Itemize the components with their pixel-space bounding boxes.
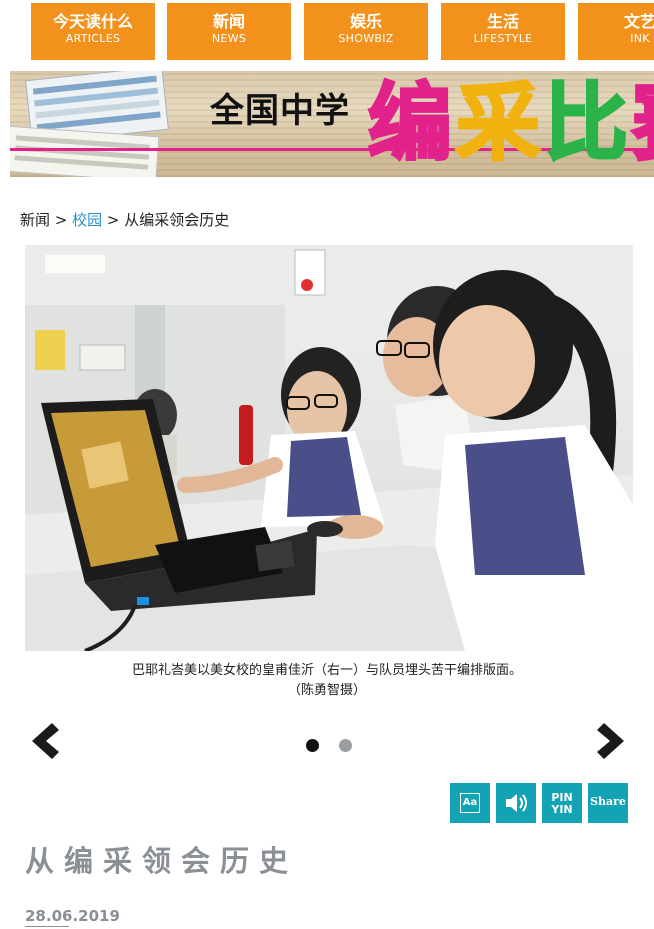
caption-text: 巴耶礼峇美以美女校的皇甫佳沂（右一）与队员埋头苦干编排版面。 [131, 663, 522, 678]
contest-banner[interactable]: 全国中学 编采比赛 [10, 71, 654, 177]
nav-ink[interactable]: 文艺 INK [578, 3, 654, 60]
nav-label-en: LIFESTYLE [473, 32, 533, 45]
article-photo [25, 245, 633, 651]
nav-label-zh: 今天读什么 [52, 12, 133, 31]
chevron-right-icon [597, 723, 624, 759]
nav-articles[interactable]: 今天读什么 ARTICLES [31, 3, 155, 60]
carousel-dot[interactable] [339, 739, 352, 752]
breadcrumb-separator: > [50, 211, 73, 229]
speaker-icon [506, 794, 527, 812]
banner-char: 编 [366, 73, 453, 174]
nav-label-zh: 娱乐 [349, 12, 382, 31]
banner-char: 采 [455, 73, 542, 174]
audio-button[interactable] [496, 783, 536, 823]
nav-news[interactable]: 新闻 NEWS [167, 3, 291, 60]
carousel-prev-button[interactable] [28, 721, 62, 761]
font-size-icon: Aa [460, 793, 480, 813]
nav-label-zh: 新闻 [212, 12, 245, 31]
banner-title-colored: 编采比赛 [366, 73, 654, 174]
nav-label-zh: 文艺 [623, 12, 654, 31]
nav-label-zh: 生活 [486, 12, 519, 31]
caption-credit: （陈勇智摄） [287, 683, 366, 698]
date-divider [25, 926, 69, 927]
nav-label-en: INK [630, 32, 650, 45]
share-button[interactable]: Share [588, 783, 628, 823]
article-date: 28.06.2019 [25, 907, 120, 925]
pinyin-label-bottom: YIN [551, 803, 573, 816]
font-size-button[interactable]: Aa [450, 783, 490, 823]
carousel-next-button[interactable] [594, 721, 628, 761]
breadcrumb: 新闻 > 校园 > 从编采领会历史 [20, 209, 229, 230]
share-label: Share [590, 795, 626, 808]
photo-caption: 巴耶礼峇美以美女校的皇甫佳沂（右一）与队员埋头苦干编排版面。 （陈勇智摄） [0, 661, 654, 701]
nav-label-en: SHOWBIZ [338, 32, 394, 45]
nav-showbiz[interactable]: 娱乐 SHOWBIZ [304, 3, 428, 60]
breadcrumb-home[interactable]: 新闻 [20, 211, 50, 229]
nav-label-en: ARTICLES [65, 32, 121, 45]
top-nav: 今天读什么 ARTICLES 新闻 NEWS 娱乐 SHOWBIZ 生活 LIF… [0, 0, 654, 66]
pinyin-button[interactable]: PIN YIN [542, 783, 582, 823]
breadcrumb-current: 从编采领会历史 [124, 211, 230, 229]
banner-title-black: 全国中学 [210, 91, 350, 131]
banner-char: 赛 [631, 73, 654, 174]
breadcrumb-separator: > [102, 211, 125, 229]
nav-lifestyle[interactable]: 生活 LIFESTYLE [441, 3, 565, 60]
students-at-laptop-illustration [25, 245, 633, 651]
banner-char: 比 [543, 73, 630, 174]
chevron-left-icon [32, 723, 59, 759]
carousel-dot-active[interactable] [306, 739, 319, 752]
breadcrumb-section-link[interactable]: 校园 [72, 211, 102, 229]
nav-label-en: NEWS [211, 32, 247, 45]
article-title: 从编采领会历史 [25, 844, 299, 878]
